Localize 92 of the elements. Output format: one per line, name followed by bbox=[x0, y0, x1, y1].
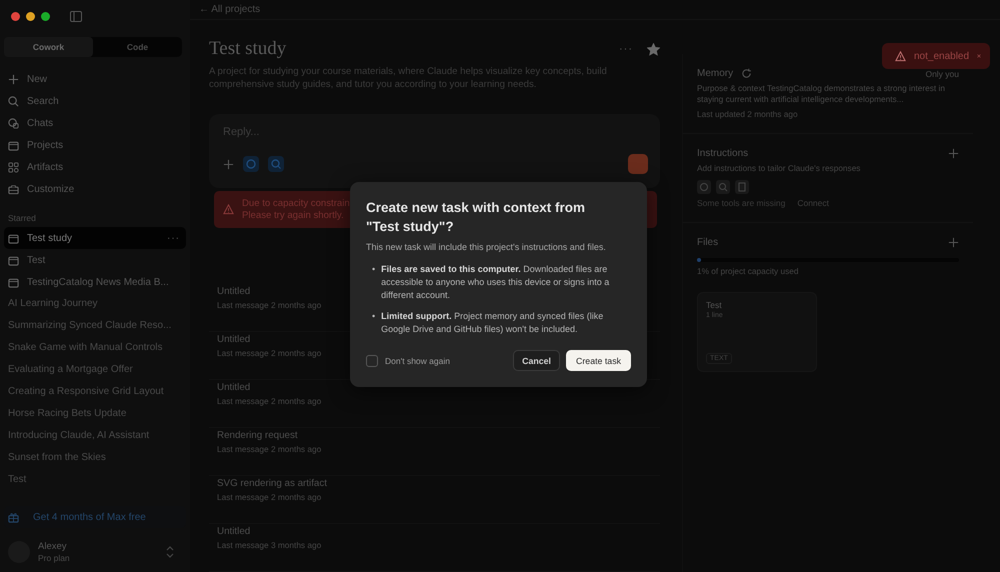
cancel-button[interactable]: Cancel bbox=[513, 350, 560, 371]
document-icon[interactable] bbox=[735, 180, 749, 194]
chat-timestamp: Last message 2 months ago bbox=[217, 444, 322, 454]
warning-icon bbox=[895, 50, 906, 62]
nav-link[interactable]: Projects bbox=[27, 140, 64, 150]
chat-title[interactable]: Untitled bbox=[217, 286, 250, 297]
recent-chat[interactable]: Introducing Claude, AI Assistant bbox=[4, 425, 186, 447]
memory-summary: Purpose & context TestingCatalog demonstrates a strong interest in staying current with artificial intelligence developments... bbox=[697, 83, 946, 105]
user-plan: Pro plan bbox=[38, 553, 70, 563]
project-name: Test study bbox=[27, 232, 72, 244]
grid-icon bbox=[8, 162, 19, 172]
gift-icon bbox=[8, 512, 19, 522]
search-icon[interactable] bbox=[716, 180, 730, 194]
chevron-up-down-icon[interactable] bbox=[166, 546, 174, 558]
chat-timestamp: Last message 2 months ago bbox=[217, 300, 322, 310]
recent-chat[interactable]: Evaluating a Mortgage Offer bbox=[4, 359, 186, 381]
folder-icon bbox=[8, 232, 19, 244]
more-options-button[interactable]: ··· bbox=[167, 232, 180, 244]
chat-timestamp: Last message 2 months ago bbox=[217, 348, 322, 358]
dialog-title: Create new task with context from "Test study"? bbox=[366, 199, 586, 236]
zoom-window-button[interactable] bbox=[41, 12, 50, 20]
plus-icon[interactable] bbox=[948, 237, 959, 248]
bullet-marker: • bbox=[372, 263, 376, 276]
project-name: Test bbox=[27, 254, 46, 266]
recent-chat[interactable]: Test bbox=[4, 469, 186, 491]
capacity-label: 1% of project capacity used bbox=[697, 266, 798, 276]
mode-tab[interactable]: Code bbox=[93, 37, 182, 57]
chat-title[interactable]: Untitled bbox=[217, 382, 250, 393]
error-message: Please try again shortly. bbox=[242, 210, 345, 221]
minimize-window-button[interactable] bbox=[26, 12, 35, 20]
refresh-icon[interactable] bbox=[741, 68, 752, 79]
chat-title[interactable]: Rendering request bbox=[217, 430, 298, 441]
close-window-button[interactable] bbox=[11, 12, 20, 20]
checkbox-label: Don't show again bbox=[385, 356, 450, 366]
chat-title[interactable]: Untitled bbox=[217, 526, 250, 537]
folder-icon bbox=[8, 276, 19, 288]
plus-icon bbox=[8, 74, 19, 84]
nav-link[interactable]: New bbox=[27, 74, 48, 84]
back-link[interactable]: ← All projects bbox=[199, 4, 260, 15]
plus-icon[interactable] bbox=[948, 148, 959, 159]
chat-timestamp: Last message 3 months ago bbox=[217, 540, 322, 550]
visibility-label: Only you bbox=[925, 68, 959, 78]
folder-icon bbox=[8, 140, 19, 150]
file-name: Test bbox=[706, 300, 723, 310]
project-name: TestingCatalog News Media B... bbox=[27, 276, 169, 288]
plus-icon[interactable] bbox=[223, 158, 234, 170]
close-icon[interactable] bbox=[977, 52, 981, 60]
recent-chat[interactable]: Summarizing Synced Claude Reso... bbox=[4, 315, 186, 337]
nav-link[interactable]: Artifacts bbox=[27, 162, 64, 172]
recent-chat[interactable]: AI Learning Journey bbox=[4, 293, 186, 315]
checkbox[interactable] bbox=[366, 354, 378, 366]
section-title: Files bbox=[697, 237, 718, 248]
more-options-button[interactable]: ··· bbox=[619, 43, 633, 55]
error-message: Due to capacity constrain bbox=[242, 198, 350, 209]
memory-updated: Last updated 2 months ago bbox=[697, 109, 798, 119]
briefcase-icon bbox=[8, 184, 19, 194]
dialog-bullet: Files are saved to this computer. Downloaded files are accessible to anyone who uses this device or signs into a different account. bbox=[381, 263, 610, 302]
nav-link[interactable]: Search bbox=[27, 96, 59, 106]
recent-chat[interactable]: Sunset from the Skies bbox=[4, 447, 186, 469]
chat-title[interactable]: SVG rendering as artifact bbox=[217, 478, 327, 489]
mode-tab[interactable]: Cowork bbox=[4, 37, 93, 57]
recent-chat[interactable]: Horse Racing Bets Update bbox=[4, 403, 186, 425]
section-label: Starred bbox=[8, 213, 37, 223]
folder-icon bbox=[8, 254, 19, 266]
starred-project[interactable]: Test study ··· bbox=[4, 227, 186, 249]
star-icon[interactable] bbox=[647, 42, 660, 56]
project-title: Test study bbox=[209, 38, 288, 60]
starred-project[interactable]: TestingCatalog News Media B... bbox=[4, 271, 186, 293]
recent-chat[interactable]: Snake Game with Manual Controls bbox=[4, 337, 186, 359]
dialog-bullet: Limited support. Project memory and synced files (like Google Drive and GitHub files) won't be included. bbox=[381, 310, 604, 336]
nav-link[interactable]: Customize bbox=[27, 184, 74, 194]
chat-bubbles-icon bbox=[8, 118, 19, 128]
user-name: Alexey bbox=[38, 541, 68, 552]
promo-text: Get 4 months of Max free bbox=[33, 512, 146, 522]
sidebar-toggle-icon[interactable] bbox=[70, 10, 82, 22]
search-icon bbox=[8, 96, 19, 106]
chat-title[interactable]: Untitled bbox=[217, 334, 250, 345]
starred-project[interactable]: Test bbox=[4, 249, 186, 271]
confirm-button[interactable]: Create task bbox=[566, 350, 631, 371]
nav-link[interactable]: Chats bbox=[27, 118, 54, 128]
section-title: Instructions bbox=[697, 148, 748, 159]
bullet-marker: • bbox=[372, 310, 376, 323]
toast-message: not_enabled bbox=[914, 50, 970, 62]
recent-chat[interactable]: Creating a Responsive Grid Layout bbox=[4, 381, 186, 403]
instructions-field[interactable]: Add instructions to tailor Claude's responses bbox=[697, 163, 860, 173]
dialog-text: This new task will include this project's instructions and files. bbox=[366, 242, 607, 252]
send-button[interactable] bbox=[628, 154, 648, 174]
chat-timestamp: Last message 2 months ago bbox=[217, 492, 322, 502]
section-title: Memory bbox=[697, 68, 734, 79]
warning-icon bbox=[223, 204, 234, 215]
search-icon[interactable] bbox=[268, 156, 284, 172]
chat-timestamp: Last message 2 months ago bbox=[217, 396, 322, 406]
